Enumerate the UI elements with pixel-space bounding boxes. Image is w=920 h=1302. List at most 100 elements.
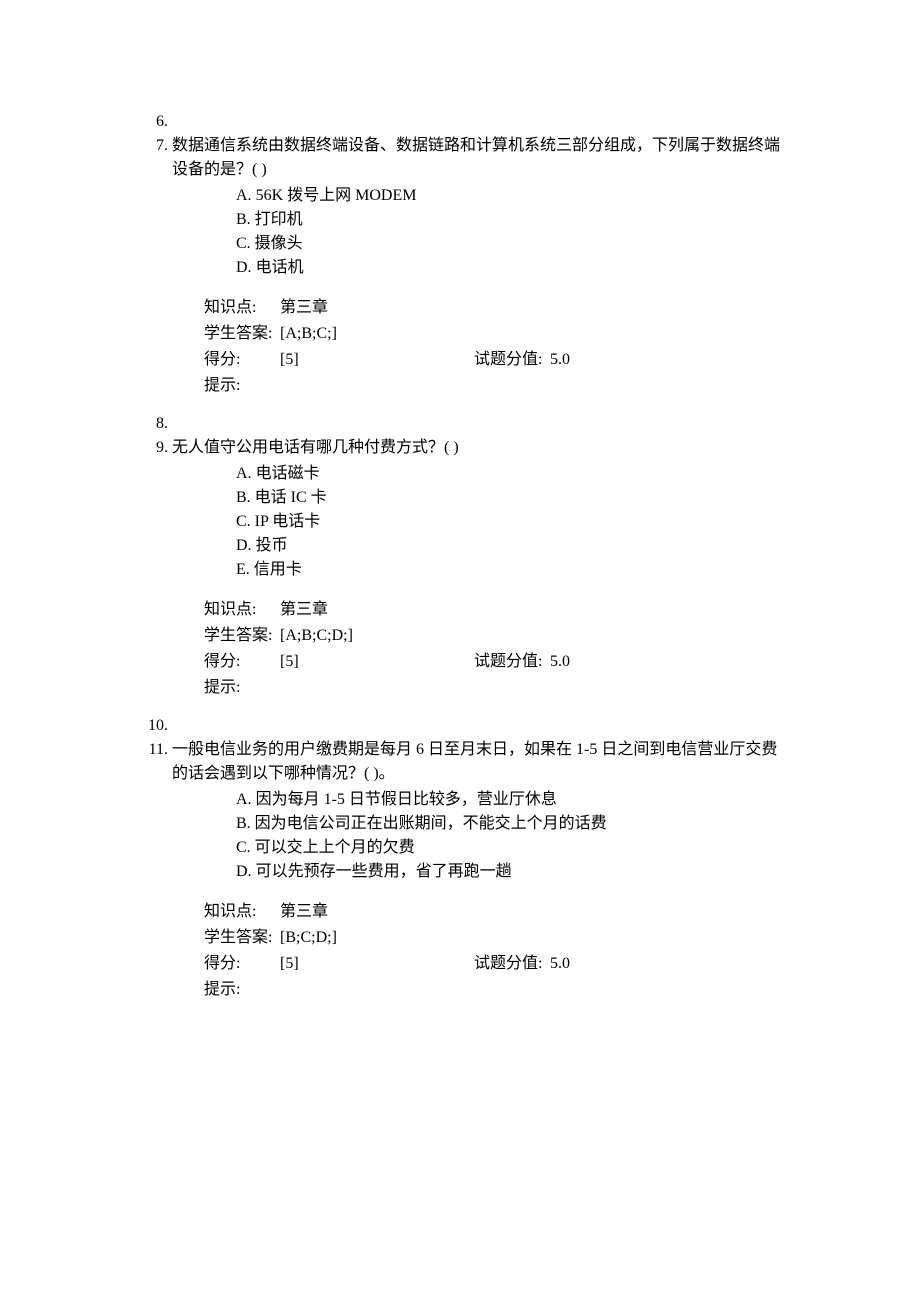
- knowledge-point-label: 知识点:: [204, 598, 276, 622]
- knowledge-point-row: 知识点:第三章: [204, 296, 780, 320]
- score-left: 得分:[5]: [204, 348, 474, 372]
- question-text: 一般电信业务的用户缴费期是每月 6 日至月末日，如果在 1-5 日之间到电信营业…: [172, 738, 780, 786]
- option: A. 因为每月 1-5 日节假日比较多，营业厅休息: [236, 788, 780, 812]
- knowledge-point-row: 知识点:第三章: [204, 598, 780, 622]
- meta-block: 知识点:第三章学生答案:[A;B;C;D;]得分:[5]试题分值:5.0提示:: [172, 598, 780, 700]
- student-answer-row: 学生答案:[A;B;C;D;]: [204, 624, 780, 648]
- hint-row: 提示:: [204, 676, 780, 700]
- score-label: 得分:: [204, 952, 276, 976]
- max-score-label: 试题分值:: [474, 350, 546, 369]
- option: C. 可以交上上个月的欠费: [236, 836, 780, 860]
- option-text: 56K 拨号上网 MODEM: [256, 187, 417, 204]
- student-answer-label: 学生答案:: [204, 324, 276, 343]
- option-letter: B.: [236, 489, 251, 506]
- option-text: IP 电话卡: [255, 513, 321, 530]
- option-letter: D.: [236, 259, 252, 276]
- page: 数据通信系统由数据终端设备、数据链路和计算机系统三部分组成，下列属于数据终端设备…: [0, 0, 920, 1302]
- option-text: 因为每月 1-5 日节假日比较多，营业厅休息: [256, 791, 557, 808]
- option-letter: B.: [236, 211, 251, 228]
- knowledge-point-value: 第三章: [280, 900, 328, 924]
- question-item: 数据通信系统由数据终端设备、数据链路和计算机系统三部分组成，下列属于数据终端设备…: [172, 134, 780, 398]
- meta-block: 知识点:第三章学生答案:[A;B;C;]得分:[5]试题分值:5.0提示:: [172, 296, 780, 398]
- option-text: 信用卡: [254, 561, 302, 578]
- option-letter: E.: [236, 561, 250, 578]
- student-answer-row: 学生答案:[A;B;C;]: [204, 322, 780, 346]
- list-spacer: [172, 110, 780, 134]
- option: B. 电话 IC 卡: [236, 486, 780, 510]
- max-score-right: 试题分值:5.0: [474, 348, 570, 372]
- score-row: 得分:[5]试题分值:5.0: [204, 348, 780, 372]
- option-text: 电话磁卡: [256, 465, 320, 482]
- max-score-label: 试题分值:: [474, 954, 546, 973]
- score-row: 得分:[5]试题分值:5.0: [204, 650, 780, 674]
- student-answer-label: 学生答案:: [204, 928, 276, 947]
- option-text: 电话 IC 卡: [255, 489, 327, 506]
- student-answer-row: 学生答案:[B;C;D;]: [204, 926, 780, 950]
- option-text: 摄像头: [255, 235, 303, 252]
- option-text: 可以先预存一些费用，省了再跑一趟: [256, 863, 512, 880]
- max-score-value: 5.0: [550, 952, 570, 976]
- score-label: 得分:: [204, 348, 276, 372]
- score-left: 得分:[5]: [204, 650, 474, 674]
- knowledge-point-row: 知识点:第三章: [204, 900, 780, 924]
- option: D. 可以先预存一些费用，省了再跑一趟: [236, 860, 780, 884]
- list-spacer: [172, 412, 780, 436]
- option-letter: D.: [236, 863, 252, 880]
- option: A. 56K 拨号上网 MODEM: [236, 184, 780, 208]
- question-text: 数据通信系统由数据终端设备、数据链路和计算机系统三部分组成，下列属于数据终端设备…: [172, 134, 780, 182]
- hint-row: 提示:: [204, 374, 780, 398]
- option: A. 电话磁卡: [236, 462, 780, 486]
- option-text: 可以交上上个月的欠费: [255, 839, 415, 856]
- student-answer-value: [A;B;C;]: [280, 322, 337, 346]
- option-letter: C.: [236, 513, 251, 530]
- option-list: A. 因为每月 1-5 日节假日比较多，营业厅休息B. 因为电信公司正在出账期间…: [172, 788, 780, 884]
- hint-label: 提示:: [204, 978, 276, 1002]
- option-text: 打印机: [255, 211, 303, 228]
- option-letter: A.: [236, 187, 252, 204]
- meta-block: 知识点:第三章学生答案:[B;C;D;]得分:[5]试题分值:5.0提示:: [172, 900, 780, 1002]
- score-label: 得分:: [204, 650, 276, 674]
- option: D. 电话机: [236, 256, 780, 280]
- max-score-label: 试题分值:: [474, 652, 546, 671]
- score-row: 得分:[5]试题分值:5.0: [204, 952, 780, 976]
- score-value: [5]: [280, 952, 299, 976]
- option-text: 电话机: [256, 259, 304, 276]
- knowledge-point-value: 第三章: [280, 598, 328, 622]
- option-letter: A.: [236, 465, 252, 482]
- option-letter: D.: [236, 537, 252, 554]
- score-left: 得分:[5]: [204, 952, 474, 976]
- question-list: 数据通信系统由数据终端设备、数据链路和计算机系统三部分组成，下列属于数据终端设备…: [140, 110, 780, 1002]
- hint-label: 提示:: [204, 374, 276, 398]
- question-text: 无人值守公用电话有哪几种付费方式？( ): [172, 436, 780, 460]
- list-spacer: [172, 714, 780, 738]
- score-value: [5]: [280, 650, 299, 674]
- option-list: A. 电话磁卡B. 电话 IC 卡C. IP 电话卡D. 投币E. 信用卡: [172, 462, 780, 582]
- option: C. IP 电话卡: [236, 510, 780, 534]
- option: D. 投币: [236, 534, 780, 558]
- option-letter: A.: [236, 791, 252, 808]
- max-score-right: 试题分值:5.0: [474, 952, 570, 976]
- option-letter: C.: [236, 235, 251, 252]
- option: B. 打印机: [236, 208, 780, 232]
- option-text: 因为电信公司正在出账期间，不能交上个月的话费: [255, 815, 607, 832]
- score-value: [5]: [280, 348, 299, 372]
- option-letter: B.: [236, 815, 251, 832]
- question-item: 无人值守公用电话有哪几种付费方式？( )A. 电话磁卡B. 电话 IC 卡C. …: [172, 436, 780, 700]
- option-list: A. 56K 拨号上网 MODEMB. 打印机C. 摄像头D. 电话机: [172, 184, 780, 280]
- hint-label: 提示:: [204, 676, 276, 700]
- max-score-right: 试题分值:5.0: [474, 650, 570, 674]
- option-letter: C.: [236, 839, 251, 856]
- student-answer-value: [A;B;C;D;]: [280, 624, 353, 648]
- max-score-value: 5.0: [550, 348, 570, 372]
- option: E. 信用卡: [236, 558, 780, 582]
- student-answer-label: 学生答案:: [204, 626, 276, 645]
- knowledge-point-label: 知识点:: [204, 296, 276, 320]
- knowledge-point-label: 知识点:: [204, 900, 276, 924]
- option: C. 摄像头: [236, 232, 780, 256]
- option: B. 因为电信公司正在出账期间，不能交上个月的话费: [236, 812, 780, 836]
- student-answer-value: [B;C;D;]: [280, 926, 337, 950]
- option-text: 投币: [256, 537, 288, 554]
- max-score-value: 5.0: [550, 650, 570, 674]
- hint-row: 提示:: [204, 978, 780, 1002]
- knowledge-point-value: 第三章: [280, 296, 328, 320]
